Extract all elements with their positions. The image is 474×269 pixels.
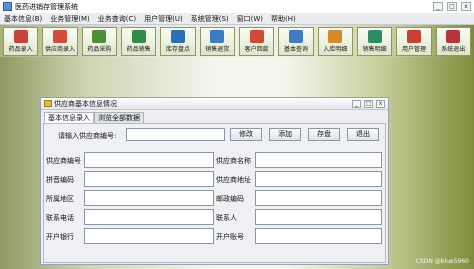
toolbar-button-drug-entry[interactable]: 药品录入 — [3, 27, 39, 56]
menu-system[interactable]: 系统管理(S) — [187, 14, 233, 24]
tab-basic-entry[interactable]: 基本信息录入 — [44, 112, 94, 123]
toolbar-button-stock-in-detail[interactable]: 入库明细 — [317, 27, 353, 56]
region-field[interactable] — [84, 190, 214, 206]
close-button[interactable]: x — [461, 2, 471, 11]
panel-tabs: 基本信息录入 浏览全部数据 — [44, 112, 144, 123]
stock-in-icon — [328, 30, 343, 43]
save-button[interactable]: 存盘 — [308, 128, 340, 141]
user-icon — [406, 30, 421, 43]
sales-return-icon — [210, 30, 225, 43]
toolbar-button-basic-query[interactable]: 基本查询 — [278, 27, 314, 56]
menu-business[interactable]: 业务管理(M) — [46, 14, 94, 24]
supplier-id-field[interactable] — [84, 152, 214, 168]
supplier-name-label: 供应商名称 — [216, 157, 251, 165]
payment-icon — [249, 30, 264, 43]
folder-icon — [44, 100, 52, 107]
phone-label: 联系电话 — [46, 214, 74, 222]
supplier-name-field[interactable] — [255, 152, 382, 168]
bank-field[interactable] — [84, 228, 214, 244]
account-number-field[interactable] — [255, 228, 382, 244]
exit-button[interactable]: 退出 — [347, 128, 379, 141]
contact-person-field[interactable] — [255, 209, 382, 225]
toolbar-button-drug-sale[interactable]: 药品销售 — [120, 27, 157, 56]
bank-label: 开户银行 — [46, 233, 74, 241]
modify-button[interactable]: 修改 — [230, 128, 262, 141]
supplier-address-label: 供应商地址 — [216, 176, 251, 184]
sales-detail-icon — [367, 30, 382, 43]
postal-code-label: 邮政编码 — [216, 195, 244, 203]
pill-box-icon — [13, 30, 28, 43]
menu-window[interactable]: 窗口(W) — [233, 14, 267, 24]
supplier-info-window: 供应商基本信息情况 _ □ x 基本信息录入 浏览全部数据 请输入供应商编号: … — [40, 97, 389, 265]
toolbar-button-supplier-entry[interactable]: 供应商录入 — [42, 27, 78, 56]
window-title: 医药进销存管理系统 — [15, 2, 78, 11]
app-icon — [3, 2, 12, 11]
minimize-button[interactable]: _ — [433, 2, 443, 11]
supplier-id-label: 供应商编号 — [46, 157, 81, 165]
panel-close-button[interactable]: x — [376, 100, 385, 108]
supplier-id-query-input[interactable] — [126, 128, 225, 141]
sale-icon — [131, 30, 146, 43]
menu-help[interactable]: 帮助(H) — [267, 14, 300, 24]
supplier-address-field[interactable] — [255, 171, 382, 187]
toolbar-button-exit[interactable]: 系统退出 — [435, 27, 471, 56]
toolbar-button-sales-return[interactable]: 销售退货 — [199, 27, 235, 56]
toolbar-button-user-management[interactable]: 用户管理 — [396, 27, 432, 56]
account-number-label: 开户账号 — [216, 233, 244, 241]
tab-browse-all[interactable]: 浏览全部数据 — [94, 112, 144, 123]
pinyin-code-field[interactable] — [84, 171, 214, 187]
toolbar-button-drug-purchase[interactable]: 药品采购 — [81, 27, 117, 56]
supplier-id-query-label: 请输入供应商编号: — [58, 132, 117, 140]
panel-title: 供应商基本信息情况 — [54, 99, 117, 108]
purchase-icon — [92, 30, 107, 43]
tab-content: 请输入供应商编号: 修改 添加 存盘 退出 供应商编号 供应商名称 拼音编码 供… — [43, 123, 386, 263]
menu-user[interactable]: 用户管理(U) — [140, 14, 187, 24]
inventory-icon — [170, 30, 185, 43]
maximize-button[interactable]: □ — [447, 2, 457, 11]
watermark: CSDN @blue5960 — [415, 258, 469, 265]
menu-query[interactable]: 业务查询(C) — [94, 14, 140, 24]
supplier-icon — [52, 30, 67, 43]
phone-field[interactable] — [84, 209, 214, 225]
toolbar: 药品录入 供应商录入 药品采购 药品销售 库存盘点 销售退货 客户回款 基本查询… — [0, 25, 474, 57]
toolbar-button-sales-detail[interactable]: 销售明细 — [356, 27, 393, 56]
exit-icon — [446, 30, 461, 43]
search-icon — [288, 30, 303, 43]
add-button[interactable]: 添加 — [269, 128, 301, 141]
contact-person-label: 联系人 — [216, 214, 237, 222]
pinyin-code-label: 拼音编码 — [46, 176, 74, 184]
menu-basic-info[interactable]: 基本信息(B) — [0, 14, 46, 24]
panel-title-bar[interactable]: 供应商基本信息情况 _ □ x — [41, 98, 388, 110]
panel-maximize-button[interactable]: □ — [364, 100, 373, 108]
postal-code-field[interactable] — [255, 190, 382, 206]
toolbar-button-inventory[interactable]: 库存盘点 — [160, 27, 196, 56]
title-bar: 医药进销存管理系统 _ □ x — [0, 0, 474, 13]
panel-minimize-button[interactable]: _ — [352, 100, 361, 108]
region-label: 所属地区 — [46, 195, 74, 203]
menu-bar: 基本信息(B) 业务管理(M) 业务查询(C) 用户管理(U) 系统管理(S) … — [0, 13, 474, 25]
toolbar-button-customer-payment[interactable]: 客户回款 — [238, 27, 275, 56]
